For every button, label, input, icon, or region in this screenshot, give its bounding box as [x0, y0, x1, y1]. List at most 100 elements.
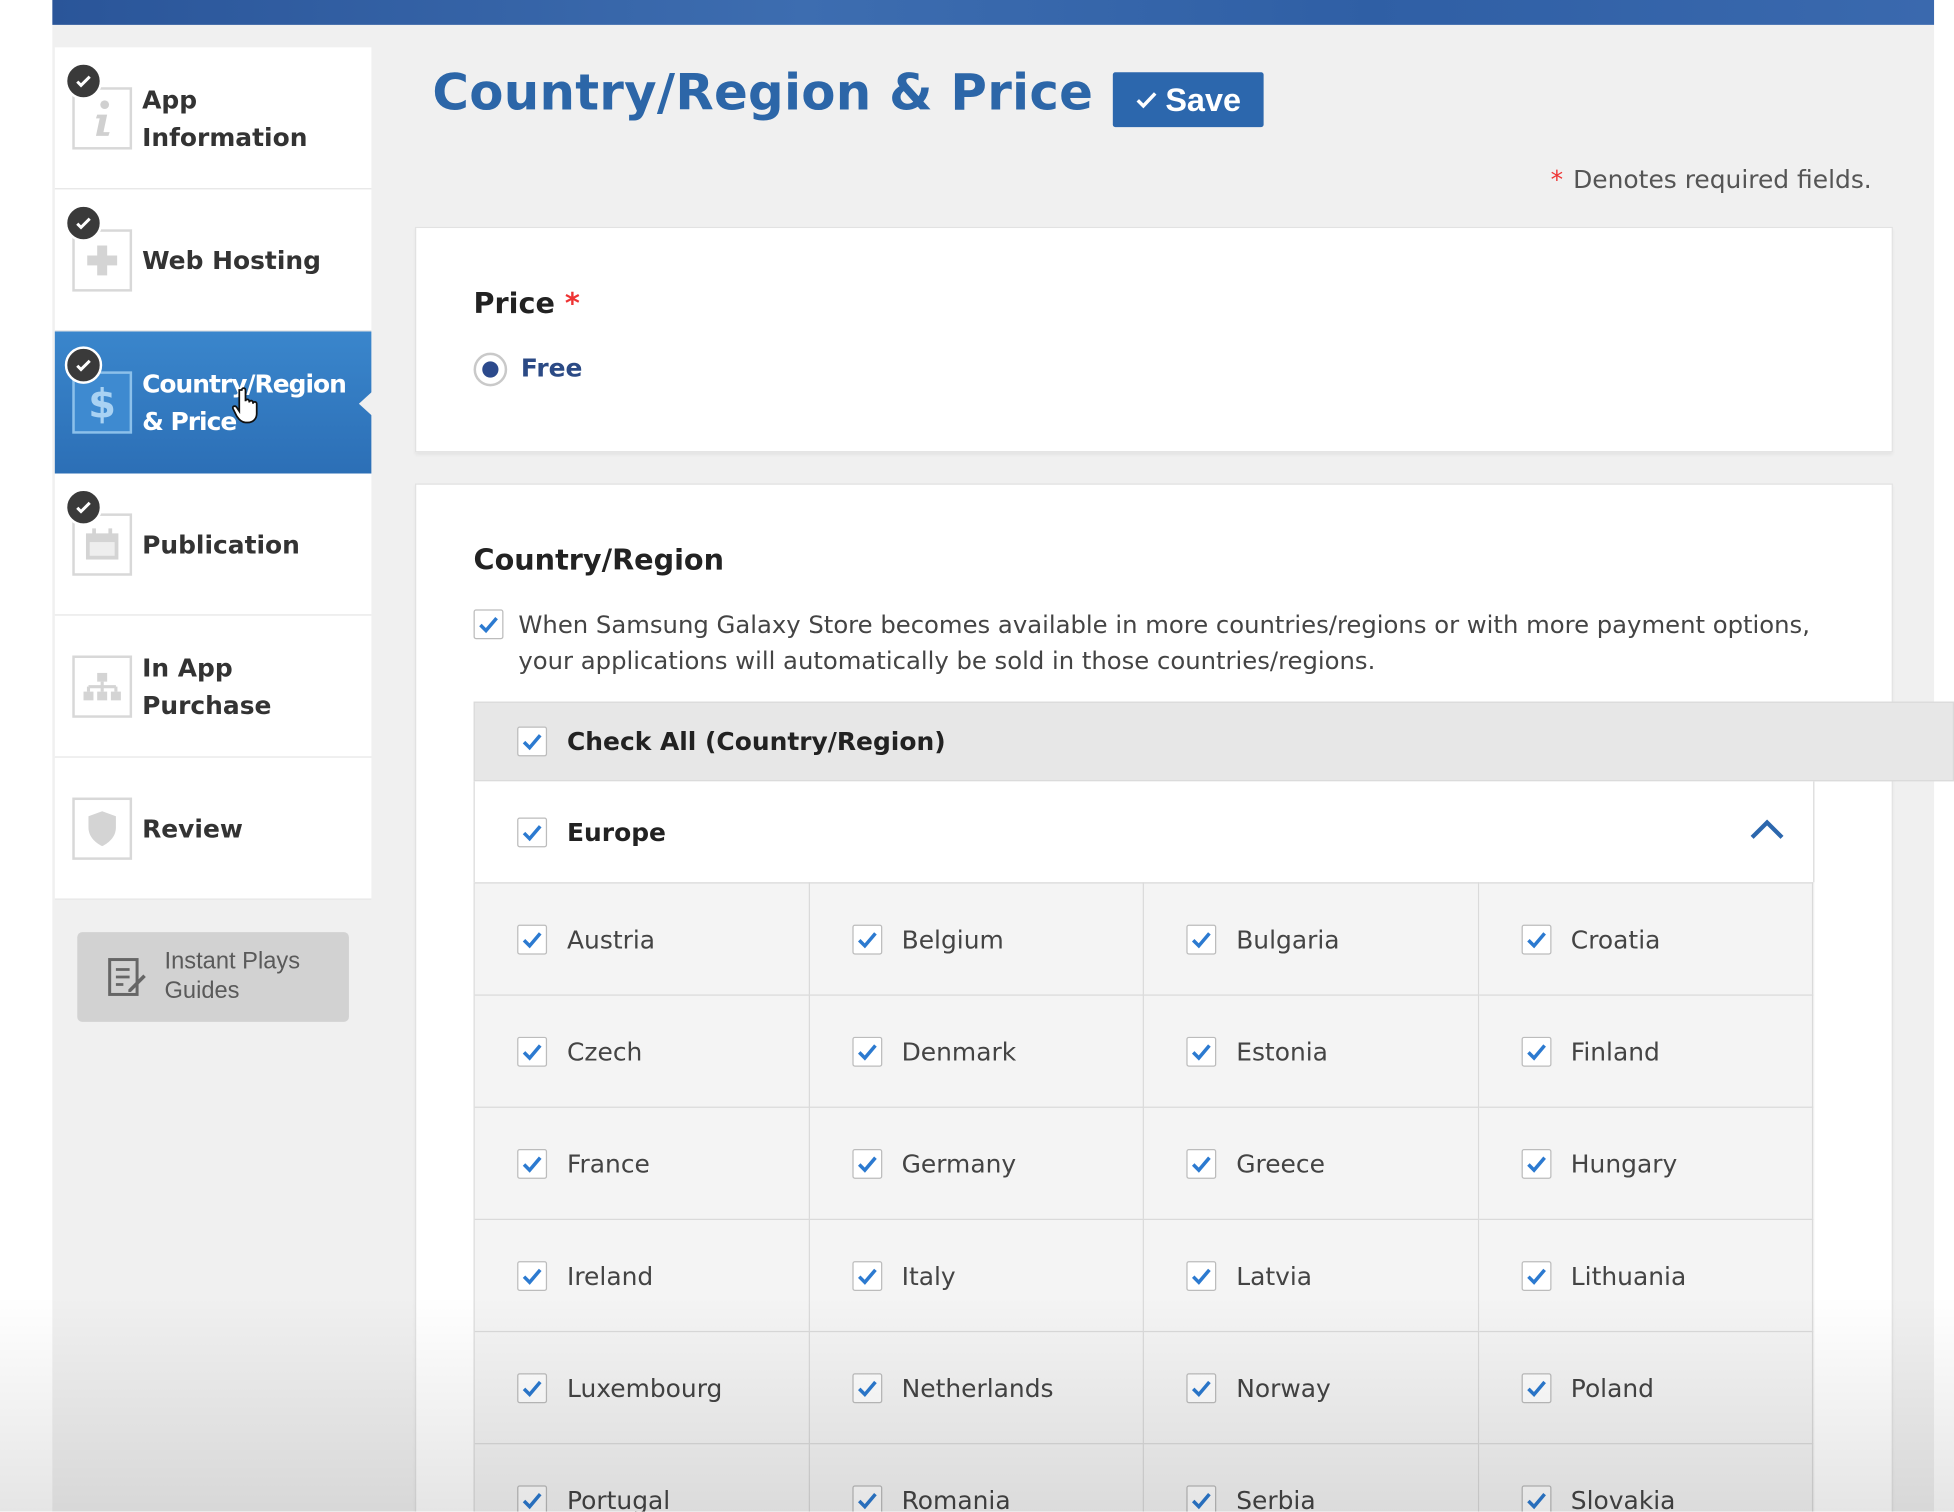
sidebar-item-label: App Information: [142, 84, 308, 153]
country-label: Denmark: [901, 1036, 1017, 1067]
country-cell[interactable]: Romania: [809, 1443, 1144, 1512]
country-checkbox[interactable]: [517, 1372, 548, 1403]
free-radio[interactable]: [473, 352, 508, 387]
check-all-row[interactable]: Check All (Country/Region): [473, 701, 1954, 782]
sidebar-item-country-region-price[interactable]: $ Country/Region & Price: [54, 331, 373, 474]
checkmark-icon: [1526, 1155, 1546, 1173]
country-checkbox[interactable]: [1186, 1372, 1217, 1403]
country-label: Italy: [901, 1260, 956, 1291]
sidebar-item-web-hosting[interactable]: Web Hosting: [54, 189, 372, 332]
auto-sell-checkbox[interactable]: [473, 609, 504, 640]
country-cell[interactable]: Poland: [1478, 1330, 1814, 1444]
country-cell[interactable]: Luxembourg: [474, 1330, 810, 1444]
country-cell[interactable]: Austria: [474, 882, 810, 995]
country-cell[interactable]: Italy: [809, 1218, 1144, 1331]
instant-plays-guides-button[interactable]: Instant Plays Guides: [77, 932, 349, 1022]
country-checkbox[interactable]: [1186, 1148, 1217, 1179]
country-cell[interactable]: France: [474, 1106, 810, 1219]
country-cell[interactable]: Denmark: [809, 994, 1144, 1107]
checkmark-icon: [522, 1043, 542, 1060]
country-label: Ireland: [567, 1260, 654, 1291]
sidebar-item-publication[interactable]: Publication: [54, 473, 372, 616]
country-checkbox[interactable]: [851, 1036, 882, 1067]
sidebar-item-in-app-purchase[interactable]: In App Purchase: [54, 615, 372, 758]
country-checkbox[interactable]: [517, 1484, 548, 1512]
country-cell[interactable]: Ireland: [474, 1218, 810, 1331]
country-label: Bulgaria: [1236, 924, 1340, 954]
country-checkbox[interactable]: [517, 924, 548, 954]
required-fields-note: * Denotes required fields.: [1551, 164, 1872, 194]
country-cell[interactable]: Belgium: [809, 882, 1144, 995]
country-checkbox[interactable]: [517, 1036, 548, 1067]
checkmark-icon: [1191, 931, 1211, 948]
save-button[interactable]: Save: [1112, 72, 1264, 128]
country-cell[interactable]: Bulgaria: [1143, 882, 1479, 995]
completed-check-icon: [64, 488, 103, 526]
check-all-label: Check All (Country/Region): [567, 726, 946, 757]
checkmark-icon: [857, 1380, 877, 1397]
hierarchy-icon: [72, 655, 133, 718]
country-cell[interactable]: Portugal: [474, 1443, 810, 1512]
country-checkbox[interactable]: [1186, 924, 1217, 954]
country-checkbox[interactable]: [1520, 1148, 1551, 1179]
europe-checkbox[interactable]: [517, 816, 548, 847]
country-cell[interactable]: Hungary: [1478, 1106, 1814, 1219]
free-radio-label[interactable]: Free: [521, 353, 583, 383]
country-checkbox[interactable]: [1186, 1036, 1217, 1067]
check-all-checkbox[interactable]: [517, 726, 548, 757]
country-cell[interactable]: Czech: [474, 994, 810, 1107]
country-cell[interactable]: Germany: [809, 1106, 1144, 1219]
country-label: Portugal: [567, 1484, 671, 1512]
radio-selected-dot: [482, 361, 499, 378]
country-checkbox[interactable]: [1186, 1260, 1217, 1291]
country-label: Romania: [901, 1484, 1011, 1512]
country-cell[interactable]: Latvia: [1143, 1218, 1479, 1331]
checkmark-icon: [1526, 1380, 1546, 1397]
sidebar-nav: App Information Web Hosting $ Country/Re…: [54, 47, 373, 1022]
sidebar-item-label: Review: [142, 813, 243, 844]
country-checkbox[interactable]: [517, 1148, 548, 1179]
country-cell[interactable]: Croatia: [1478, 882, 1814, 995]
country-checkbox[interactable]: [1520, 1260, 1551, 1291]
auto-sell-description: When Samsung Galaxy Store becomes availa…: [518, 610, 1810, 676]
country-checkbox[interactable]: [851, 1484, 882, 1512]
country-region-title: Country/Region: [473, 544, 725, 577]
country-label: Netherlands: [901, 1372, 1054, 1403]
chevron-up-icon[interactable]: [1748, 814, 1785, 844]
country-checkbox[interactable]: [851, 1148, 882, 1179]
checkmark-icon: [1526, 931, 1546, 948]
country-checkbox[interactable]: [1520, 1372, 1551, 1403]
country-checkbox[interactable]: [517, 1260, 548, 1291]
europe-group-header[interactable]: Europe: [473, 781, 1815, 883]
country-checkbox[interactable]: [851, 924, 882, 954]
country-checkbox[interactable]: [1186, 1484, 1217, 1512]
europe-label: Europe: [567, 816, 666, 847]
country-cell[interactable]: Netherlands: [809, 1330, 1144, 1444]
checkmark-icon: [522, 824, 542, 841]
country-checkbox[interactable]: [851, 1260, 882, 1291]
country-cell[interactable]: Greece: [1143, 1106, 1479, 1219]
sidebar-item-review[interactable]: Review: [54, 757, 372, 900]
required-star: *: [1550, 164, 1564, 195]
country-cell[interactable]: Finland: [1478, 994, 1814, 1107]
checkmark-icon: [1191, 1268, 1211, 1285]
country-checkbox[interactable]: [1520, 1036, 1551, 1067]
required-note-text: Denotes required fields.: [1573, 164, 1872, 195]
country-checkbox[interactable]: [851, 1372, 882, 1403]
country-cell[interactable]: Serbia: [1143, 1443, 1479, 1512]
country-cell[interactable]: Norway: [1143, 1330, 1479, 1444]
checkmark-icon: [1526, 1043, 1546, 1060]
save-label: Save: [1165, 80, 1242, 118]
country-label: Lithuania: [1570, 1260, 1687, 1291]
checkmark-icon: [479, 616, 498, 634]
country-cell[interactable]: Lithuania: [1478, 1218, 1814, 1331]
country-cell[interactable]: Estonia: [1143, 994, 1479, 1107]
price-card: Price * Free: [414, 226, 1893, 453]
sidebar-item-app-information[interactable]: App Information: [54, 47, 372, 190]
checkmark-icon: [1526, 1492, 1546, 1509]
svg-text:$: $: [88, 381, 116, 426]
price-title: Price *: [474, 288, 580, 320]
country-checkbox[interactable]: [1520, 1484, 1551, 1512]
country-checkbox[interactable]: [1520, 924, 1551, 954]
country-cell[interactable]: Slovakia: [1478, 1443, 1814, 1512]
